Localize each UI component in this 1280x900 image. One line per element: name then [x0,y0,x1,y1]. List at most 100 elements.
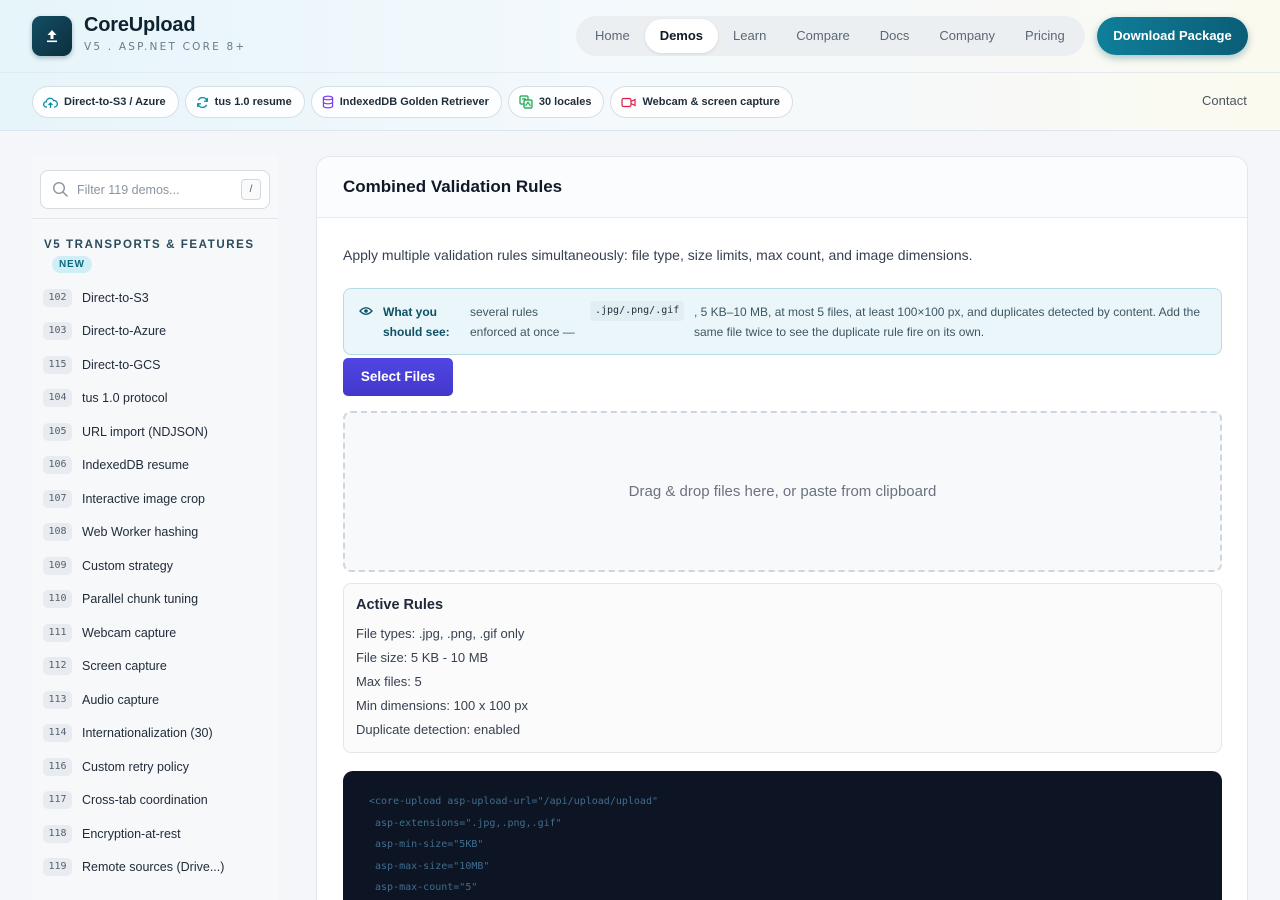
demo-label: Screen capture [82,659,167,674]
database-icon [322,95,333,109]
demo-number: 116 [43,757,72,776]
demo-label: Internationalization (30) [82,726,213,741]
demo-number: 117 [43,791,72,810]
demo-label: Parallel chunk tuning [82,592,199,607]
sidebar-item-indexeddb-resume[interactable]: 106 IndexedDB resume [43,449,273,483]
site-header: CoreUpload V5 . ASP.NET CORE 8+ Home Dem… [0,0,1280,131]
chip-label: 30 locales [538,96,592,108]
sidebar-item-encryption[interactable]: 118 Encryption-at-rest [43,817,273,851]
demo-number: 112 [43,657,72,676]
sidebar-item-cross-tab[interactable]: 117 Cross-tab coordination [43,784,273,818]
demo-number: 102 [43,288,72,307]
top-bar: CoreUpload V5 . ASP.NET CORE 8+ Home Dem… [0,0,1280,73]
chip-webcam-screen-capture[interactable]: Webcam & screen capture [610,86,793,118]
rule-min-dimensions: Min dimensions: 100 x 100 px [356,698,528,713]
sidebar-item-image-crop[interactable]: 107 Interactive image crop [43,482,273,516]
demo-number: 119 [43,858,72,877]
chip-label: Webcam & screen capture [642,96,780,108]
cloud-upload-icon [43,97,58,108]
sidebar-item-audio-capture[interactable]: 113 Audio capture [43,683,273,717]
chip-tus-resume[interactable]: tus 1.0 resume [184,86,305,118]
demo-label: Direct-to-S3 [82,290,149,305]
sidebar-item-custom-strategy[interactable]: 109 Custom strategy [43,549,273,583]
nav-home[interactable]: Home [580,19,645,53]
nav-learn[interactable]: Learn [718,19,781,53]
nav-demos[interactable]: Demos [644,19,719,53]
chip-label: tus 1.0 resume [214,96,292,108]
demo-label: Interactive image crop [82,491,205,506]
sidebar-item-url-import[interactable]: 105 URL import (NDJSON) [43,415,273,449]
sidebar-item-direct-to-gcs[interactable]: 115 Direct-to-GCS [43,348,273,382]
nav-company[interactable]: Company [924,19,1010,53]
brand-name[interactable]: CoreUpload [84,14,196,37]
eye-icon [359,307,373,315]
demo-label: Cross-tab coordination [82,793,208,808]
download-package-button[interactable]: Download Package [1097,17,1248,55]
expected-result-callout: What you should see: several rules enfor… [343,288,1222,355]
sidebar-item-tus-protocol[interactable]: 104 tus 1.0 protocol [43,382,273,416]
demo-label: URL import (NDJSON) [82,424,208,439]
chip-direct-to-s3-azure[interactable]: Direct-to-S3 / Azure [32,86,179,118]
demo-card-header: Combined Validation Rules [317,157,1247,218]
sidebar-item-parallel-chunk[interactable]: 110 Parallel chunk tuning [43,583,273,617]
sidebar-item-screen-capture[interactable]: 112 Screen capture [43,650,273,684]
upload-arrow-icon [47,30,57,43]
demo-number: 113 [43,690,72,709]
dropzone-label: Drag & drop files here, or paste from cl… [628,483,937,500]
file-dropzone[interactable]: Drag & drop files here, or paste from cl… [343,411,1222,572]
sidebar-demo-list: 102 Direct-to-S3 103 Direct-to-Azure 115 Di… [43,281,273,884]
active-rules-panel: Active Rules File types: .jpg, .png, .gi… [343,583,1222,753]
demo-label: Audio capture [82,692,160,707]
brand-subtitle: V5 . ASP.NET CORE 8+ [84,41,247,53]
chip-indexeddb[interactable]: IndexedDB Golden Retriever [310,86,502,118]
main-nav: Home Demos Learn Compare Docs Company Pr… [576,16,1085,56]
translate-icon [519,95,533,109]
sidebar-item-retry-policy[interactable]: 116 Custom retry policy [43,750,273,784]
code-line: asp-max-count="5" [369,882,478,893]
nav-docs[interactable]: Docs [865,19,925,53]
demo-number: 109 [43,556,72,575]
code-line: asp-extensions=".jpg,.png,.gif" [369,817,562,829]
search-shortcut-key: / [241,179,261,200]
demo-title: Combined Validation Rules [343,177,563,196]
sidebar-item-i18n[interactable]: 114 Internationalization (30) [43,717,273,751]
nav-compare[interactable]: Compare [781,19,864,53]
rule-duplicate-detection: Duplicate detection: enabled [356,722,521,737]
code-sample: <core-upload asp-upload-url="/api/upload… [343,771,1222,900]
demo-number: 118 [43,824,72,843]
sidebar-item-direct-to-s3[interactable]: 102 Direct-to-S3 [43,281,273,315]
demo-label: Direct-to-GCS [82,357,161,372]
sidebar-section-title: V5 TRANSPORTS & FEATURES [44,239,255,251]
logo[interactable] [32,16,72,56]
active-rules-list: File types: .jpg, .png, .gif only File s… [356,625,528,745]
demo-search-input[interactable] [77,171,237,208]
sidebar-item-direct-to-azure[interactable]: 103 Direct-to-Azure [43,315,273,349]
chip-locales[interactable]: 30 locales [507,86,605,118]
demo-number: 115 [43,355,72,374]
demo-number: 105 [43,422,72,441]
demo-label: Custom retry policy [82,759,189,774]
sidebar-item-web-worker-hashing[interactable]: 108 Web Worker hashing [43,516,273,550]
demo-number: 110 [43,590,72,609]
demo-description: Apply multiple validation rules simultan… [343,247,973,263]
sidebar-item-webcam-capture[interactable]: 111 Webcam capture [43,616,273,650]
callout-label: What you should see: [383,305,450,339]
demo-label: Webcam capture [82,625,177,640]
feature-chips: Direct-to-S3 / Azure tus 1.0 resume Inde… [32,86,793,118]
demo-number: 106 [43,456,72,475]
demo-search: / [40,170,270,209]
demo-number: 104 [43,389,72,408]
demo-number: 108 [43,523,72,542]
select-files-button[interactable]: Select Files [343,358,453,396]
contact-link[interactable]: Contact [1202,93,1247,108]
video-camera-icon [621,97,637,107]
nav-pricing[interactable]: Pricing [1010,19,1080,53]
demo-label: Web Worker hashing [82,525,199,540]
demo-label: Encryption-at-rest [82,826,181,841]
sidebar-divider [32,218,278,219]
demo-number: 107 [43,489,72,508]
callout-code-extensions: .jpg/.png/.gif [590,301,685,321]
sidebar-item-remote-sources[interactable]: 119 Remote sources (Drive...) [43,851,273,885]
callout-text-details: , 5 KB–10 MB, at most 5 files, at least … [694,305,1200,339]
demo-number: 103 [43,322,72,341]
